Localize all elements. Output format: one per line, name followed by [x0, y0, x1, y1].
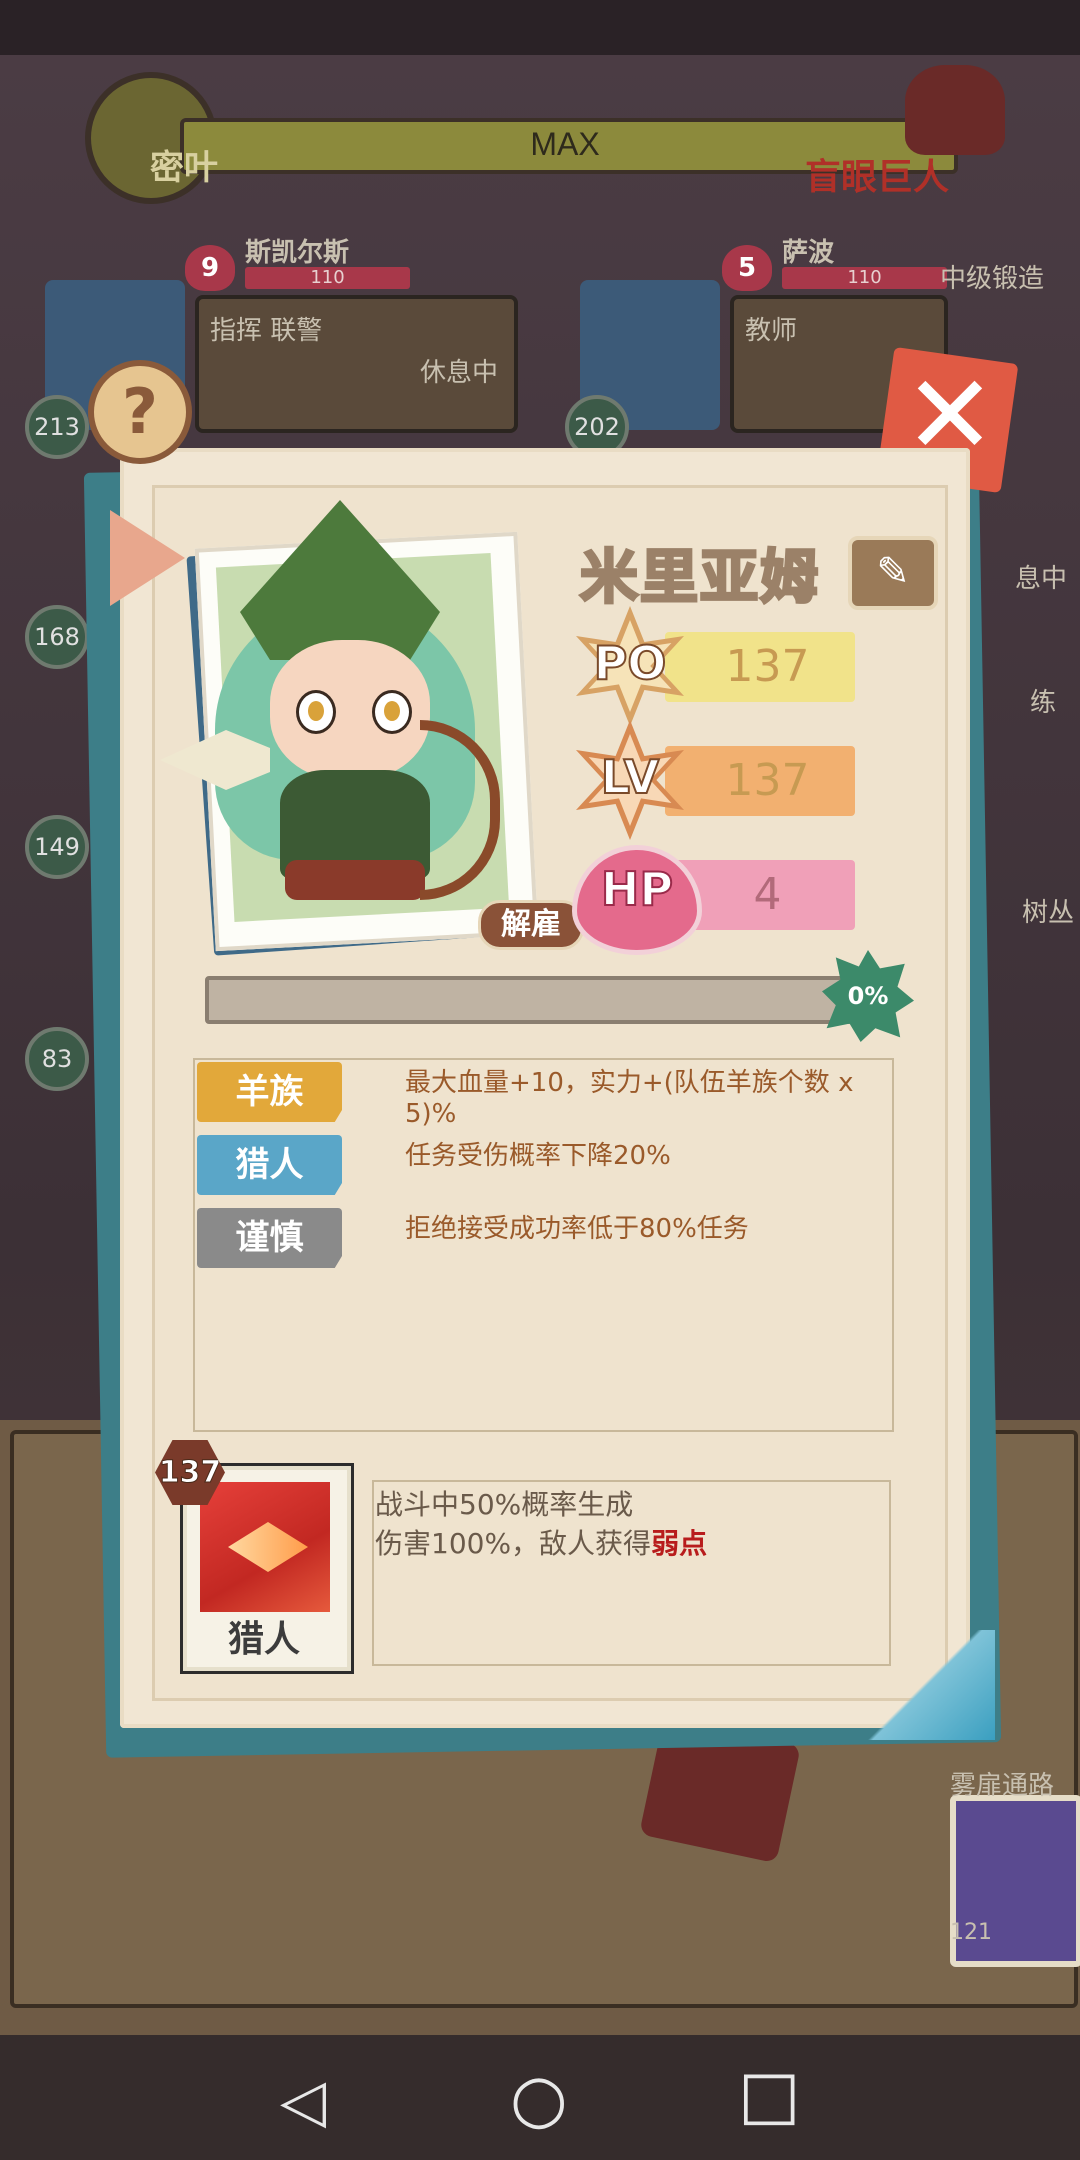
fog-gate-count: 121 [950, 1920, 992, 1945]
trait-desc-hunter: 任务受伤概率下降20% [405, 1141, 671, 1171]
hero-boots [285, 860, 425, 900]
back-icon[interactable]: ◁ [280, 2066, 326, 2136]
skill-name: 猎人 [227, 1619, 300, 1660]
team-member-hp: 110 [782, 267, 947, 289]
fog-gate-label: 雾扉通路 [950, 1771, 1055, 1801]
po-stat-value: 137 [725, 641, 810, 692]
team-member-name: 萨波 [782, 238, 835, 268]
experience-progress-label: 0% [847, 982, 889, 1010]
status-bar [0, 0, 1080, 55]
hp-stat-value: 4 [753, 869, 782, 920]
hero-power-badge: 149 [25, 815, 89, 879]
trait-desc-sheep: 最大血量+10，实力+(队伍羊族个数 x 5)% [405, 1068, 854, 1129]
hero-eye-right [372, 690, 412, 734]
hero-name: 米里亚姆 [579, 542, 821, 613]
trait-tag-hunter: 猎人 [197, 1135, 342, 1195]
edit-name-button[interactable]: ✎ [848, 536, 938, 610]
hero-power-badge: 168 [25, 605, 89, 669]
team-member-level: 9 [185, 245, 235, 291]
bookmark-triangle-icon [110, 510, 185, 606]
team-member-level: 5 [722, 245, 772, 291]
help-button[interactable]: ? [88, 360, 192, 464]
dismiss-button[interactable]: 解雇 [478, 900, 584, 950]
left-faction-name: 密叶 [150, 148, 218, 188]
hero-power-badge: 83 [25, 1027, 89, 1091]
right-faction-name: 盲眼巨人 [805, 157, 950, 198]
team-member-hp: 110 [245, 267, 410, 289]
hp-stat-label: HP [600, 861, 674, 917]
home-icon[interactable]: ○ [510, 2060, 568, 2137]
trait-tag-sheep: 羊族 [197, 1062, 342, 1122]
lv-stat-label: LV [600, 749, 661, 805]
forge-label: 中级锻造 [940, 264, 1045, 294]
skill-desc-line-1: 战斗中50%概率生成 [375, 1488, 634, 1521]
trait-tag-cautious: 谨慎 [197, 1208, 342, 1268]
lv-stat-value: 137 [725, 755, 810, 806]
training-label: 练 [1030, 688, 1057, 718]
team-member-roles: 教师 [745, 316, 798, 346]
hero-eye-left [296, 690, 336, 734]
recents-icon[interactable]: □ [738, 2056, 800, 2133]
team-member-roles: 指挥 联警 [210, 316, 323, 346]
team-member-power: 213 [25, 395, 89, 459]
skill-desc-line-2: 伤害100%，敌人获得弱点 [375, 1522, 707, 1562]
rest-status-label: 息中 [1015, 564, 1068, 594]
right-faction-emblem [905, 65, 1005, 155]
page-corner-fold [860, 1630, 995, 1740]
experience-progress-bar [205, 976, 853, 1024]
po-stat-label: PO [593, 635, 668, 691]
forest-label: 树丛 [1022, 898, 1075, 928]
trait-desc-cautious: 拒绝接受成功率低于80%任务 [405, 1214, 749, 1244]
weakness-keyword: 弱点 [651, 1527, 708, 1560]
team-member-name: 斯凯尔斯 [245, 238, 350, 268]
team-member-status: 休息中 [420, 358, 499, 388]
skill-desc-text: 伤害100%，敌人获得 [375, 1527, 652, 1560]
